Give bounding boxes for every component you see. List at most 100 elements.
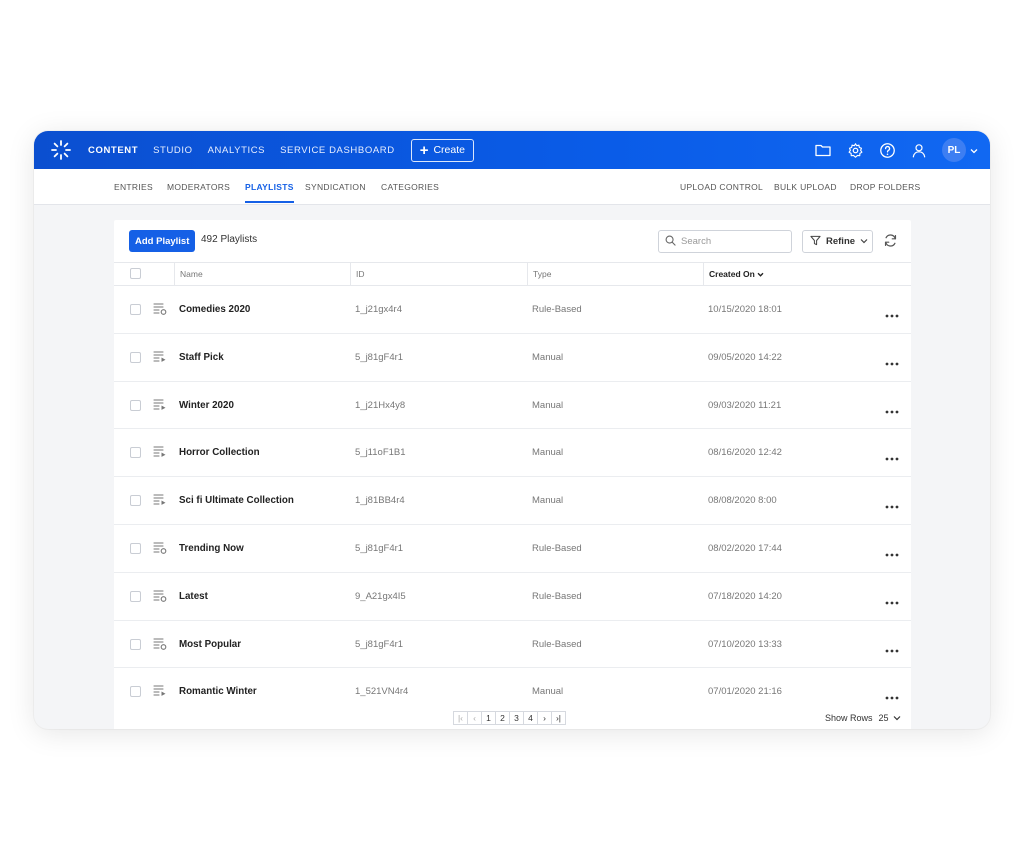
playlist-type: Rule-Based [532,304,582,315]
playlist-name[interactable]: Sci fi Ultimate Collection [179,477,294,524]
tab-playlists[interactable]: PLAYLISTS [245,169,294,205]
table-row[interactable]: Comedies 2020 1_j21gx4r4 Rule-Based 10/1… [114,286,911,334]
tab-drop-folders[interactable]: DROP FOLDERS [850,169,921,205]
playlist-id: 1_j81BB4r4 [355,495,405,507]
table-row[interactable]: Staff Pick 5_j81gF4r1 Manual 09/05/2020 … [114,334,911,382]
plus-icon: + [419,141,429,159]
table-footer: |‹ ‹ 1 2 3 4 › ›| Show Rows 25 [114,709,911,729]
playlist-type: Rule-Based [532,542,582,554]
page-4[interactable]: 4 [523,711,538,725]
search-box[interactable] [658,230,792,253]
playlist-type: Manual [532,495,564,507]
next-page-icon[interactable]: › [537,711,552,725]
column-header-id[interactable]: ID [350,263,527,285]
row-checkbox[interactable] [130,304,141,315]
user-menu[interactable]: PL [942,138,978,162]
add-playlist-button[interactable]: Add Playlist [129,230,196,252]
row-checkbox[interactable] [130,542,141,554]
search-input[interactable] [681,236,781,247]
table-row[interactable]: Horror Collection 5_j11oF1B1 Manual 08/1… [114,429,911,478]
playlist-created: 07/10/2020 13:33 [708,638,782,650]
table-row[interactable]: Latest 9_A21gx4I5 Rule-Based 07/18/2020 … [114,573,911,621]
manual-playlist-icon [153,493,167,507]
rows-per-page-select[interactable]: 25 [879,713,901,723]
playlist-name[interactable]: Trending Now [179,525,244,572]
first-page-icon[interactable]: |‹ [453,711,468,725]
row-checkbox[interactable] [130,686,141,698]
playlist-type: Rule-Based [532,638,582,650]
playlist-created: 10/15/2020 18:01 [708,304,782,315]
playlist-name[interactable]: Most Popular [179,621,241,668]
chevron-down-icon [860,236,868,247]
help-icon[interactable] [878,141,896,159]
playlist-name[interactable]: Staff Pick [179,334,224,381]
tab-syndication[interactable]: SYNDICATION [305,169,366,205]
prev-page-icon[interactable]: ‹ [467,711,482,725]
more-actions-icon[interactable] [885,544,899,557]
playlist-type: Rule-Based [532,590,582,602]
more-actions-icon[interactable] [885,401,899,413]
create-label: Create [433,144,465,156]
row-checkbox[interactable] [130,399,141,411]
tab-categories[interactable]: CATEGORIES [381,169,439,205]
gear-icon[interactable] [846,141,864,159]
manual-playlist-icon [153,398,167,412]
column-header-created-on-label: Created On [709,269,755,279]
playlist-created: 09/03/2020 11:21 [708,399,782,411]
manual-playlist-icon [153,684,167,698]
more-actions-icon[interactable] [885,640,899,652]
playlist-id: 5_j81gF4r1 [355,542,404,554]
playlist-name[interactable]: Latest [179,573,208,620]
more-actions-icon[interactable] [885,448,899,461]
rule-based-playlist-icon [153,589,167,603]
tab-moderators[interactable]: MODERATORS [167,169,230,205]
playlist-name[interactable]: Horror Collection [179,429,260,476]
playlist-rows: Comedies 2020 1_j21gx4r4 Rule-Based 10/1… [114,286,911,716]
more-actions-icon[interactable] [885,305,899,318]
filter-icon [810,235,821,249]
create-button[interactable]: + Create [410,138,474,162]
more-actions-icon[interactable] [885,592,899,605]
tab-bulk-upload[interactable]: BULK UPLOAD [774,169,837,205]
last-page-icon[interactable]: ›| [551,711,566,725]
page-2[interactable]: 2 [495,711,510,725]
tab-entries[interactable]: ENTRIES [114,169,153,205]
playlist-id: 5_j81gF4r1 [355,638,404,650]
nav-analytics[interactable]: ANALYTICS [208,145,266,156]
row-checkbox[interactable] [130,447,141,459]
user-icon[interactable] [910,141,928,159]
row-checkbox[interactable] [130,638,141,650]
nav-studio[interactable]: STUDIO [153,145,193,156]
page-3[interactable]: 3 [509,711,524,725]
refresh-icon[interactable] [883,233,899,249]
column-header-created-on[interactable]: Created On [703,263,911,285]
more-actions-icon[interactable] [885,496,899,509]
more-actions-icon[interactable] [885,687,899,700]
column-header-name[interactable]: Name [174,263,351,285]
row-checkbox[interactable] [130,495,141,507]
table-row[interactable]: Sci fi Ultimate Collection 1_j81BB4r4 Ma… [114,477,911,525]
table-row[interactable]: Winter 2020 1_j21Hx4y8 Manual 09/03/2020… [114,382,911,430]
chevron-down-icon [893,713,901,723]
playlist-created: 08/08/2020 8:00 [708,495,777,507]
more-actions-icon[interactable] [885,353,899,366]
playlist-name[interactable]: Winter 2020 [179,382,234,429]
page-1[interactable]: 1 [481,711,496,725]
rows-per-page-value: 25 [878,713,889,723]
row-checkbox[interactable] [130,351,141,363]
tab-upload-control[interactable]: UPLOAD CONTROL [680,169,763,205]
select-all-checkbox[interactable] [130,268,141,279]
refine-button[interactable]: Refine [802,230,873,253]
table-row[interactable]: Trending Now 5_j81gF4r1 Rule-Based 08/02… [114,525,911,573]
playlist-name[interactable]: Comedies 2020 [179,286,250,333]
rule-based-playlist-icon [153,302,167,316]
show-rows: Show Rows 25 [825,713,901,723]
column-header-type[interactable]: Type [527,263,703,285]
row-checkbox[interactable] [130,590,141,602]
table-row[interactable]: Most Popular 5_j81gF4r1 Rule-Based 07/10… [114,621,911,669]
nav-content[interactable]: CONTENT [88,145,138,156]
nav-service-dashboard[interactable]: SERVICE DASHBOARD [280,145,395,156]
kaltura-logo-icon[interactable] [34,131,88,169]
table-header: Name ID Type Created On [114,262,911,286]
folder-icon[interactable] [814,141,832,159]
